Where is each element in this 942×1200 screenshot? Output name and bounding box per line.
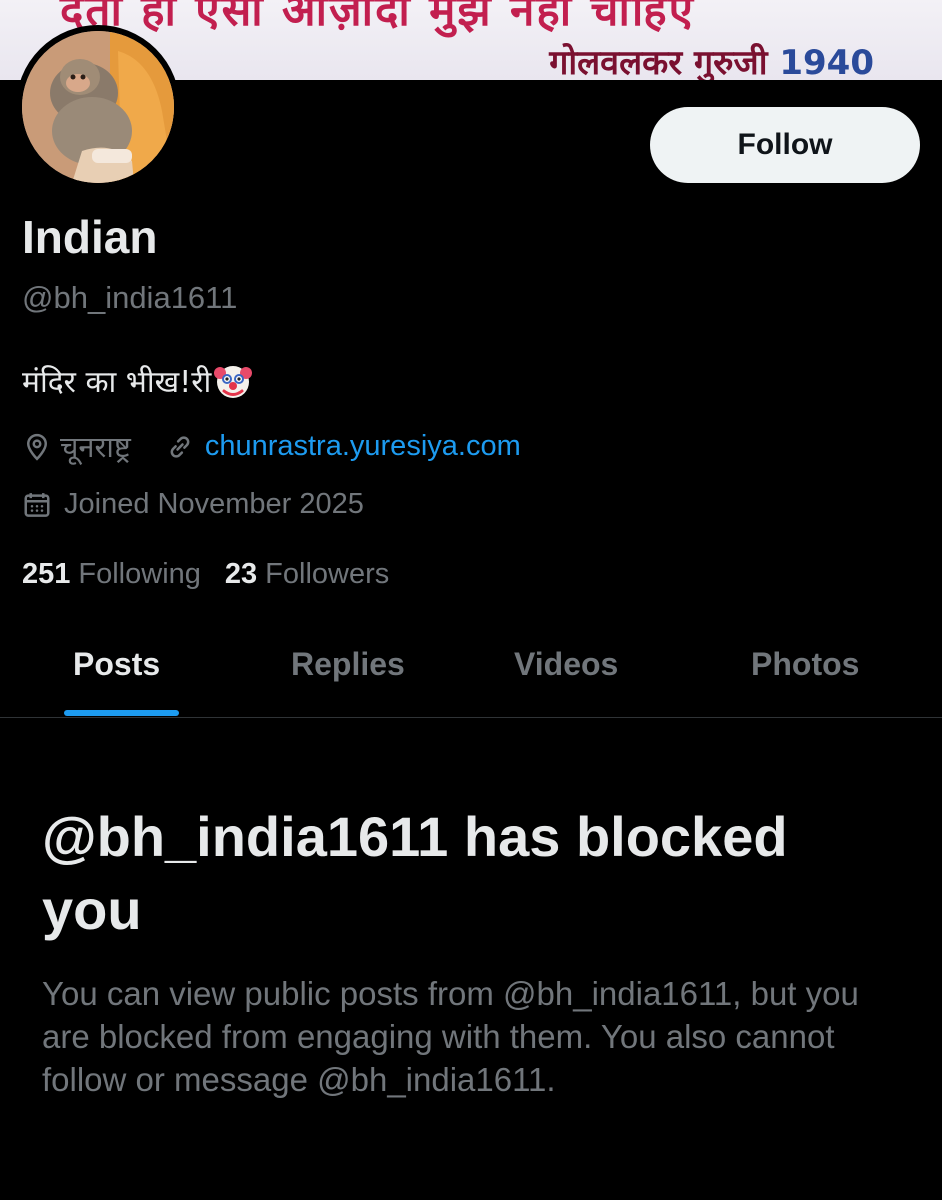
link-icon [165,432,195,462]
profile-handle: @bh_india1611 [22,280,238,315]
display-name: Indian [22,211,158,263]
banner-text-line1: देता हो ऐसी आज़ादी मुझे नहीं चाहिए [60,0,695,36]
tab-photos[interactable]: Photos [751,646,859,683]
follow-button[interactable]: Follow [650,107,920,183]
followers-link[interactable]: 23 Followers [225,558,389,591]
avatar[interactable] [16,25,180,189]
banner-text-line2: गोलवलकर गुरुजी 1940 [549,38,874,80]
profile-stats: 251 Following 23 Followers [22,558,389,591]
location-pin-icon [22,432,52,462]
blocked-notice-title: @bh_india1611 has blocked you [42,805,788,941]
profile-joined-row: Joined November 2025 [22,488,364,521]
profile-location: चूनराष्ट्र [60,430,131,464]
profile-website-link[interactable]: chunrastra.yuresiya.com [205,430,521,463]
profile-meta-row: चूनराष्ट्र chunrastra.yuresiya.com [22,427,521,466]
blocked-notice-description: You can view public posts from @bh_india… [42,975,859,1098]
banner-author: गोलवलकर गुरुजी [549,43,768,80]
banner-year: 1940 [779,43,874,80]
calendar-icon [22,490,52,520]
followers-count: 23 [224,558,258,590]
following-count: 251 [22,558,71,590]
tab-replies[interactable]: Replies [291,646,405,683]
following-label: Following [78,558,201,590]
tab-videos[interactable]: Videos [514,646,618,683]
profile-tabs: Posts Replies Videos Photos [0,620,942,718]
following-link[interactable]: 251 Following [22,558,201,591]
clown-emoji-icon [213,361,253,401]
tab-posts[interactable]: Posts [73,646,160,683]
followers-label: Followers [265,558,390,590]
bio-text: मंदिर का भीख!री [22,365,212,400]
avatar-image [22,31,174,183]
profile-bio: मंदिर का भीख!री [22,360,253,401]
active-tab-indicator [64,710,179,716]
profile-joined-date: Joined November 2025 [64,488,364,520]
